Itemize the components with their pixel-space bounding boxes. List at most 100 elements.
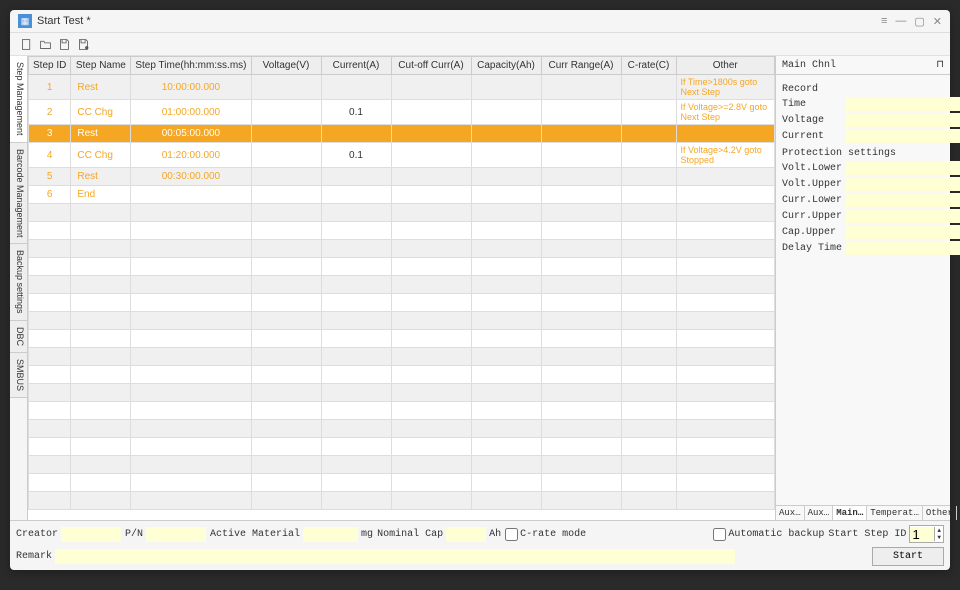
table-row-empty[interactable] [29,402,775,420]
cell-other [676,125,775,143]
rp-section-header: Record [782,84,944,95]
cell-current [321,75,391,100]
table-row-empty[interactable] [29,240,775,258]
remark-input[interactable] [55,549,735,564]
table-row[interactable]: 1Rest10:00:00.000If Time>1800s goto Next… [29,75,775,100]
rp-field-input[interactable] [846,209,960,223]
rp-field-input[interactable] [846,193,960,207]
save-as-button[interactable] [75,36,91,52]
side-tab-step-management[interactable]: Step Management [10,56,27,143]
minimize-icon[interactable]: — [895,15,906,28]
rp-row: Curr.UpperA [782,209,944,223]
maximize-icon[interactable]: ▢ [914,15,924,28]
rp-field-label: Curr.Upper [782,211,846,222]
table-row-empty[interactable] [29,294,775,312]
rp-field-label: Volt.Lower [782,163,846,174]
table-row-empty[interactable] [29,312,775,330]
table-row[interactable]: 3Rest00:05:00.000 [29,125,775,143]
column-header[interactable]: Voltage(V) [251,57,321,75]
cell-other [676,168,775,186]
side-tab-smbus[interactable]: SMBUS [10,353,27,398]
rp-field-input[interactable] [846,161,960,175]
cell-cutoff [391,125,471,143]
table-row-empty[interactable] [29,204,775,222]
column-header[interactable]: Step ID [29,57,71,75]
table-row-empty[interactable] [29,330,775,348]
rp-tab[interactable]: Aux… [776,506,805,520]
table-row[interactable]: 2CC Chg01:00:00.0000.1If Voltage>=2.8V g… [29,100,775,125]
rp-tab[interactable]: Temperat… [867,506,923,520]
start-button[interactable]: Start [872,547,944,566]
auto-backup-checkbox[interactable] [713,528,726,541]
table-row-empty[interactable] [29,348,775,366]
side-tab-backup-settings[interactable]: Backup settings [10,244,27,321]
cell-crate [621,168,676,186]
rp-row: Cap.UpperAh [782,225,944,239]
column-header[interactable]: Step Name [71,57,131,75]
cell-current [321,186,391,204]
cell-cap [471,125,541,143]
step-id-up-icon[interactable]: ▲ [935,527,943,534]
column-header[interactable]: Curr Range(A) [541,57,621,75]
cell-id: 5 [29,168,71,186]
table-row-empty[interactable] [29,366,775,384]
table-row-empty[interactable] [29,456,775,474]
rp-field-input[interactable] [846,113,960,127]
table-row-empty[interactable] [29,438,775,456]
crate-mode-checkbox[interactable] [505,528,518,541]
cell-id: 6 [29,186,71,204]
rp-tab[interactable]: Aux… [805,506,834,520]
start-step-id-input[interactable] [910,527,934,542]
side-tab-dbc[interactable]: DBC [10,321,27,353]
active-material-input[interactable] [303,527,358,542]
table-row[interactable]: 6End [29,186,775,204]
cell-cutoff [391,186,471,204]
rp-field-input[interactable] [846,129,960,143]
start-step-id-stepper[interactable]: ▲▼ [909,525,944,543]
cell-range [541,186,621,204]
step-id-down-icon[interactable]: ▼ [935,534,943,541]
table-row-empty[interactable] [29,258,775,276]
nominal-cap-input[interactable] [446,527,486,542]
rp-field-label: Delay Time [782,243,846,254]
side-tab-barcode-management[interactable]: Barcode Management [10,143,27,245]
cell-time: 01:20:00.000 [131,143,251,168]
open-file-button[interactable] [37,36,53,52]
auto-backup-label: Automatic backup [728,529,824,540]
table-row-empty[interactable] [29,384,775,402]
table-row[interactable]: 4CC Chg01:20:00.0000.1If Voltage>4.2V go… [29,143,775,168]
column-header[interactable]: Step Time(hh:mm:ss.ms) [131,57,251,75]
table-row-empty[interactable] [29,276,775,294]
pin-icon[interactable]: ⊓ [936,59,944,71]
cell-cutoff [391,143,471,168]
column-header[interactable]: Capacity(Ah) [471,57,541,75]
table-row-empty[interactable] [29,222,775,240]
new-file-button[interactable] [18,36,34,52]
table-row-empty[interactable] [29,420,775,438]
column-header[interactable]: Cut-off Curr(A) [391,57,471,75]
close-icon[interactable]: ✕ [933,15,942,28]
rp-field-input[interactable] [846,225,960,239]
crate-mode-label: C-rate mode [520,529,586,540]
pn-input[interactable] [146,527,206,542]
ah-unit: Ah [489,529,501,540]
table-row-empty[interactable] [29,474,775,492]
column-header[interactable]: Other [676,57,775,75]
menu-icon[interactable]: ≡ [881,15,887,28]
rp-row: Delay Times [782,241,944,255]
rp-field-input[interactable] [846,177,960,191]
table-row-empty[interactable] [29,492,775,510]
rp-field-input[interactable] [846,241,960,255]
column-header[interactable]: C-rate(C) [621,57,676,75]
save-button[interactable] [56,36,72,52]
rp-tab[interactable]: Other [923,506,957,520]
table-row[interactable]: 5Rest00:30:00.000 [29,168,775,186]
creator-input[interactable] [61,527,121,542]
cell-current [321,168,391,186]
rp-field-label: Current [782,131,846,142]
main-area: Step IDStep NameStep Time(hh:mm:ss.ms)Vo… [28,56,775,520]
rp-field-input[interactable] [846,97,960,111]
rp-tab[interactable]: Main… [833,506,867,520]
cell-current [321,125,391,143]
column-header[interactable]: Current(A) [321,57,391,75]
